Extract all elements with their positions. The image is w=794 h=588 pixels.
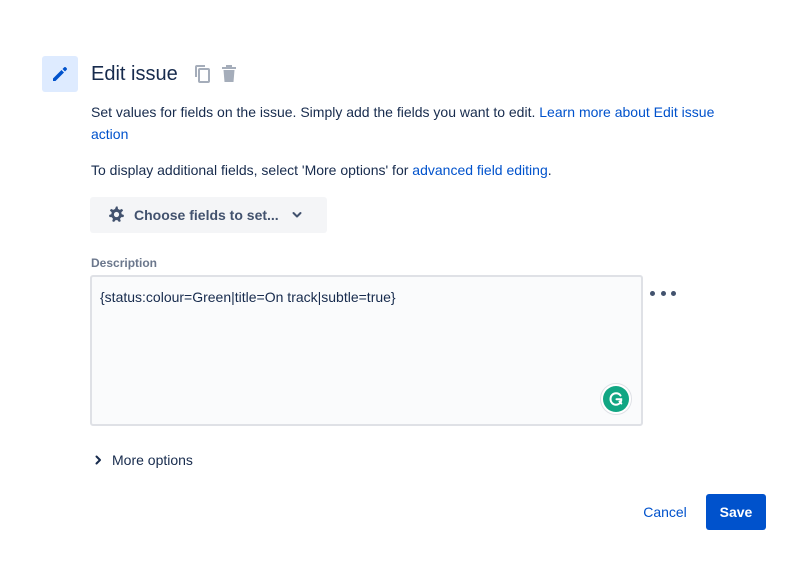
more-horizontal-icon[interactable]	[650, 285, 676, 301]
dot	[671, 290, 676, 296]
gear-icon	[109, 206, 124, 222]
choose-fields-label: Choose fields to set...	[134, 207, 279, 223]
choose-fields-button[interactable]: Choose fields to set...	[90, 197, 327, 233]
more-options-toggle[interactable]: More options	[92, 452, 193, 468]
more-options-label: More options	[112, 452, 193, 468]
page-title: Edit issue	[91, 63, 178, 85]
cancel-button[interactable]: Cancel	[632, 494, 698, 530]
save-button[interactable]: Save	[706, 494, 766, 530]
intro-body: Set values for fields on the issue. Simp…	[91, 104, 540, 120]
trash-icon[interactable]	[220, 64, 238, 84]
pencil-icon	[42, 56, 78, 92]
chevron-down-icon	[292, 212, 302, 218]
description-field[interactable]: {status:colour=Green|title=On track|subt…	[90, 275, 643, 426]
copy-icon[interactable]	[194, 64, 212, 84]
grammarly-icon[interactable]	[600, 383, 632, 415]
description-label: Description	[91, 256, 158, 270]
advanced-text: To display additional fields, select 'Mo…	[91, 159, 552, 181]
advanced-period: .	[547, 162, 552, 178]
chevron-right-icon	[95, 455, 101, 465]
dot	[660, 290, 666, 296]
advanced-field-editing-link[interactable]: advanced field editing	[412, 162, 547, 178]
advanced-body: To display additional fields, select 'Mo…	[91, 162, 413, 178]
intro-text: Set values for fields on the issue. Simp…	[91, 101, 751, 145]
grammarly-badge	[603, 386, 629, 412]
dot	[650, 290, 655, 296]
